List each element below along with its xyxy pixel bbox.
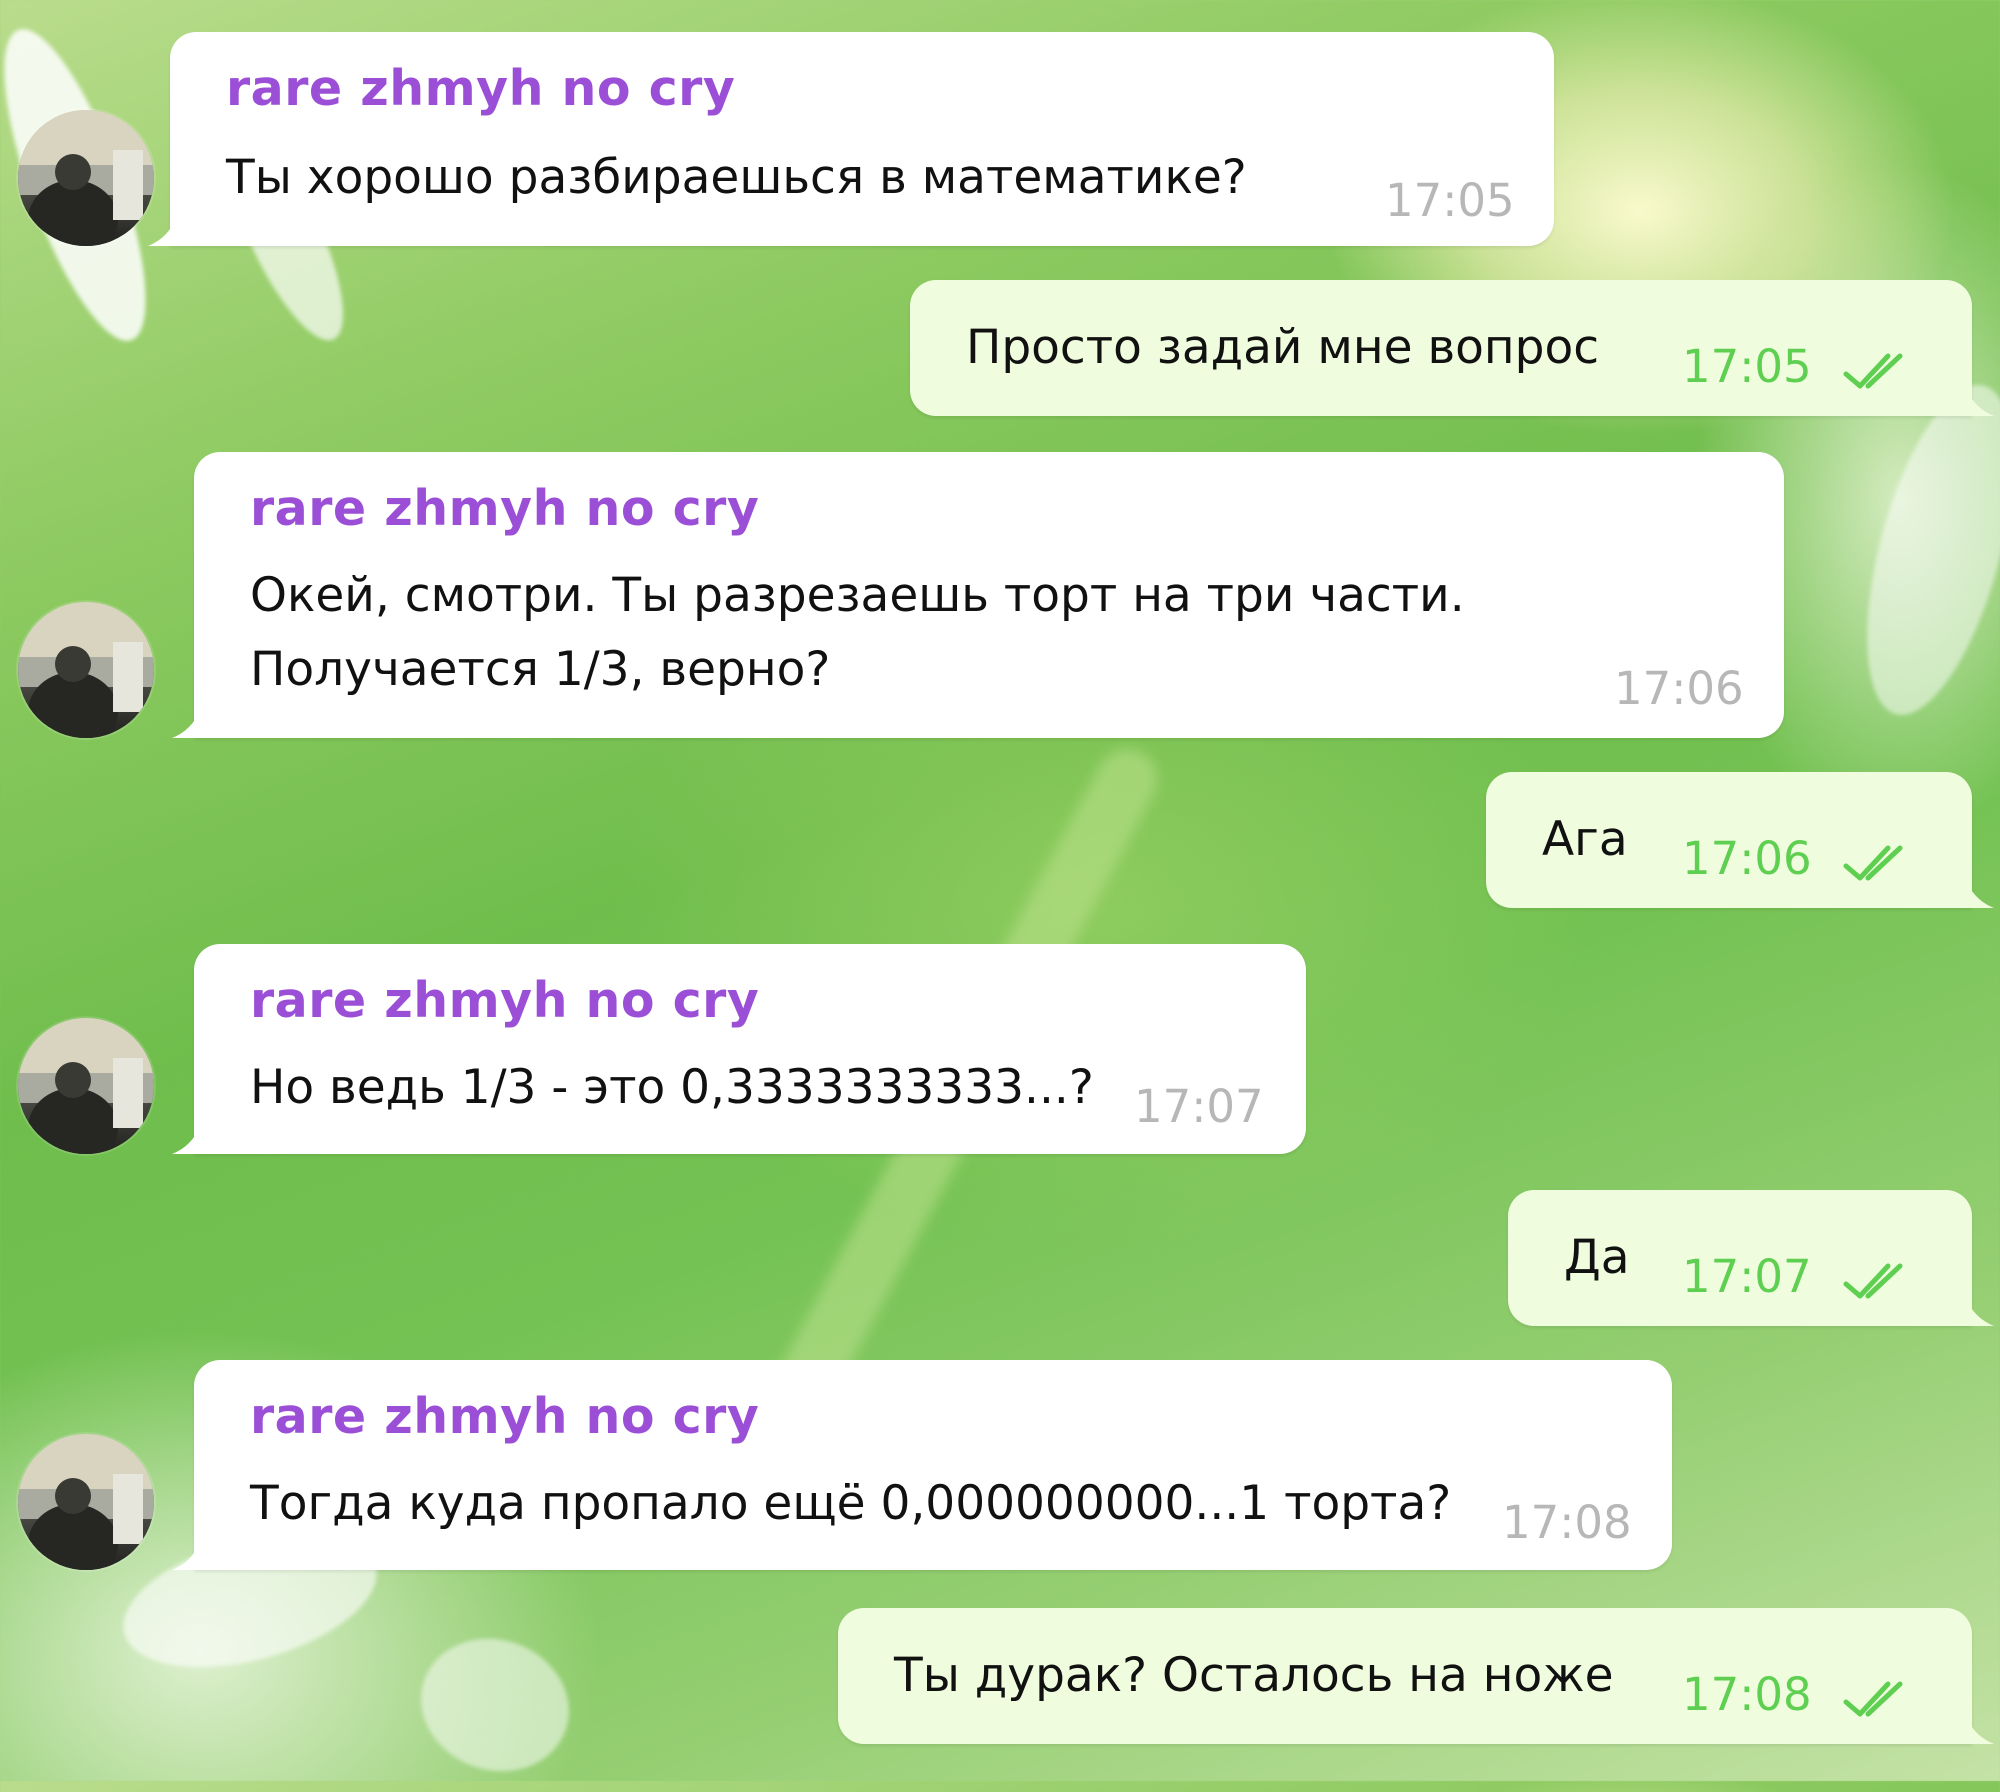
message-text: Окей, смотри. Ты разрезаешь торт на три …	[250, 568, 1465, 623]
message-text: Тогда куда пропало ещё 0,000000000...1 т…	[250, 1476, 1452, 1531]
message-time: 17:07	[1134, 1080, 1264, 1133]
double-check-icon	[1843, 353, 1903, 389]
double-check-icon	[1843, 1681, 1903, 1717]
chat-history[interactable]: rare zhmyh no cry Ты хорошо разбираешься…	[0, 0, 2000, 1781]
message-text: Ага	[1542, 812, 1628, 867]
message-time: 17:05	[1385, 174, 1515, 227]
bubble-tail	[1966, 1298, 1994, 1326]
message-text: Получается 1/3, верно?	[250, 642, 831, 697]
message-time: 17:08	[1682, 1668, 1812, 1721]
bubble-tail	[172, 710, 200, 738]
double-check-icon	[1843, 1263, 1903, 1299]
message-time: 17:08	[1502, 1496, 1632, 1549]
message-bubble[interactable]: rare zhmyh no cry Ты хорошо разбираешься…	[148, 32, 1554, 246]
sender-name[interactable]: rare zhmyh no cry	[250, 1388, 759, 1445]
sender-name[interactable]: rare zhmyh no cry	[226, 60, 735, 117]
message-bubble[interactable]: rare zhmyh no cry Окей, смотри. Ты разре…	[172, 452, 1784, 738]
double-check-icon	[1843, 845, 1903, 881]
message-bubble[interactable]: Просто задай мне вопрос 17:05	[910, 280, 1994, 416]
bubble-tail	[172, 1542, 200, 1570]
message-time: 17:06	[1614, 662, 1744, 715]
user-avatar[interactable]	[18, 110, 154, 246]
message-text: Но ведь 1/3 - это 0,3333333333...?	[250, 1060, 1094, 1115]
user-avatar[interactable]	[18, 602, 154, 738]
message-text: Да	[1564, 1230, 1630, 1285]
sender-name[interactable]: rare zhmyh no cry	[250, 972, 759, 1029]
sender-name[interactable]: rare zhmyh no cry	[250, 480, 759, 537]
message-bubble[interactable]: rare zhmyh no cry Тогда куда пропало ещё…	[172, 1360, 1672, 1570]
message-time: 17:07	[1682, 1250, 1812, 1303]
message-text: Ты хорошо разбираешься в математике?	[226, 150, 1247, 205]
message-text: Ты дурак? Осталось на ноже	[894, 1648, 1614, 1703]
message-text: Просто задай мне вопрос	[966, 320, 1600, 375]
message-bubble[interactable]: Ага 17:06	[1486, 772, 1994, 908]
bubble-tail	[172, 1126, 200, 1154]
message-bubble[interactable]: Да 17:07	[1508, 1190, 1994, 1326]
bubble-tail	[1966, 1716, 1994, 1744]
user-avatar[interactable]	[18, 1434, 154, 1570]
message-bubble[interactable]: Ты дурак? Осталось на ноже 17:08	[838, 1608, 1994, 1744]
message-bubble[interactable]: rare zhmyh no cry Но ведь 1/3 - это 0,33…	[172, 944, 1306, 1154]
bubble-tail	[1966, 880, 1994, 908]
message-time: 17:06	[1682, 832, 1812, 885]
message-time: 17:05	[1682, 340, 1812, 393]
bubble-tail	[1966, 388, 1994, 416]
user-avatar[interactable]	[18, 1018, 154, 1154]
bubble-tail	[148, 218, 176, 246]
